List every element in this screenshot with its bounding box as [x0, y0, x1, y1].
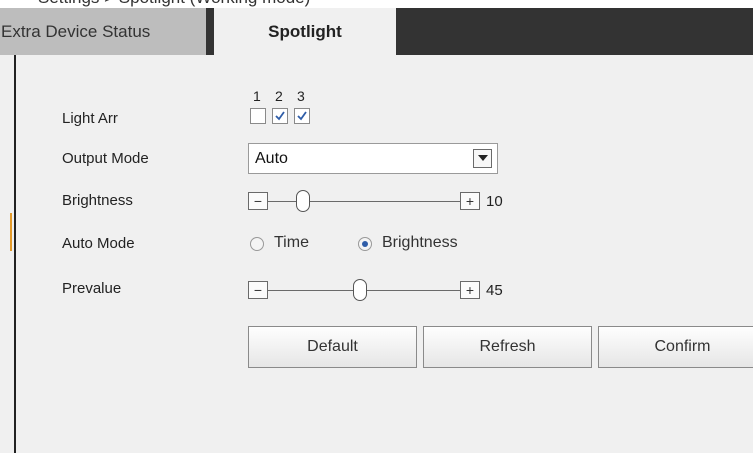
- confirm-button[interactable]: Confirm: [598, 326, 753, 368]
- tab-bar: Extra Device Status Spotlight: [0, 8, 753, 55]
- light-arr-label: Light Arr: [62, 110, 118, 127]
- check-icon: [297, 111, 307, 121]
- brightness-decrease-button[interactable]: −: [248, 192, 268, 210]
- tab-extra-device-status[interactable]: Extra Device Status: [0, 8, 206, 55]
- tab-spotlight[interactable]: Spotlight: [214, 8, 396, 55]
- prevalue-decrease-button[interactable]: −: [248, 281, 268, 299]
- auto-mode-brightness-label: Brightness: [382, 234, 458, 251]
- brightness-label: Brightness: [62, 192, 133, 209]
- light-number-2: 2: [275, 88, 283, 104]
- refresh-button-label: Refresh: [479, 338, 536, 355]
- light-checkbox-1[interactable]: [250, 108, 266, 124]
- chevron-down-icon[interactable]: [473, 149, 492, 168]
- light-number-3: 3: [297, 88, 305, 104]
- header-fragment: Settings > Spotlight (Working mode): [0, 0, 753, 8]
- tab-label: Extra Device Status: [1, 21, 151, 41]
- default-button[interactable]: Default: [248, 326, 417, 368]
- light-checkbox-3[interactable]: [294, 108, 310, 124]
- plus-icon: +: [465, 282, 475, 298]
- header-fragment-text: Settings > Spotlight (Working mode): [38, 0, 310, 8]
- brightness-slider-thumb[interactable]: [296, 190, 311, 212]
- auto-mode-brightness-radio[interactable]: [358, 237, 372, 251]
- prevalue-increase-button[interactable]: +: [460, 281, 480, 299]
- panel-accent-mark: [10, 213, 12, 251]
- check-icon: [275, 111, 285, 121]
- panel-left-border: [14, 55, 16, 453]
- minus-icon: −: [253, 282, 263, 298]
- brightness-increase-button[interactable]: +: [460, 192, 480, 210]
- output-mode-select[interactable]: Auto: [248, 143, 498, 174]
- plus-icon: +: [465, 193, 475, 209]
- output-mode-value: Auto: [255, 150, 288, 167]
- tab-label: Spotlight: [268, 21, 342, 41]
- auto-mode-time-label: Time: [274, 234, 309, 251]
- minus-icon: −: [253, 193, 263, 209]
- light-number-1: 1: [253, 88, 261, 104]
- confirm-button-label: Confirm: [654, 338, 711, 355]
- auto-mode-time-radio[interactable]: [250, 237, 264, 251]
- refresh-button[interactable]: Refresh: [423, 326, 592, 368]
- prevalue-value: 45: [486, 282, 503, 299]
- brightness-value: 10: [486, 193, 503, 210]
- light-checkbox-2[interactable]: [272, 108, 288, 124]
- prevalue-slider-thumb[interactable]: [352, 279, 367, 301]
- auto-mode-label: Auto Mode: [62, 235, 135, 252]
- output-mode-label: Output Mode: [62, 150, 149, 167]
- prevalue-label: Prevalue: [62, 280, 122, 297]
- default-button-label: Default: [307, 338, 358, 355]
